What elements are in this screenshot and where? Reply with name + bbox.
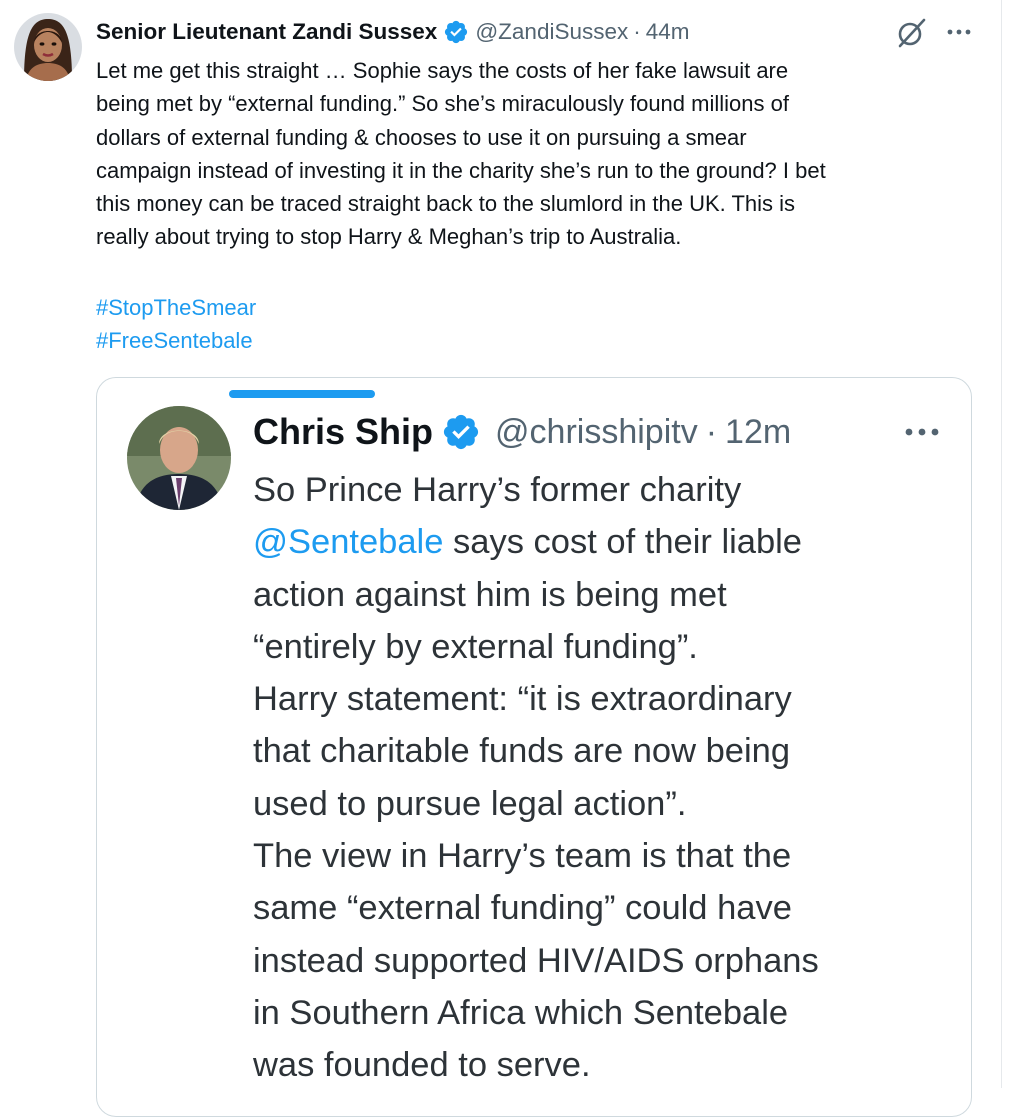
- quoted-text-line: action against him is being met: [253, 575, 727, 614]
- author-name[interactable]: Senior Lieutenant Zandi Sussex: [96, 19, 437, 45]
- author-avatar[interactable]: [14, 13, 82, 81]
- hashtag-list: #StopTheSmear #FreeSentebale: [96, 291, 256, 357]
- separator-dot: ·: [633, 19, 641, 44]
- verified-badge-icon[interactable]: [441, 412, 481, 452]
- mention-link[interactable]: @Sentebale: [253, 523, 443, 561]
- quoted-tweet-card[interactable]: Chris Ship @chrisshipitv · 12m So Prince…: [96, 377, 972, 1117]
- tweet-text-line: campaign instead of investing it in the …: [96, 157, 826, 183]
- tweet-text-line: being met by “external funding.” So she’…: [96, 91, 789, 117]
- tweet-text-line: this money can be traced straight back t…: [96, 191, 796, 217]
- tweet-text-line: really about trying to stop Harry & Megh…: [96, 224, 682, 250]
- verified-badge-icon[interactable]: [443, 19, 469, 45]
- hashtag-link[interactable]: #FreeSentebale: [96, 324, 256, 357]
- quoted-text-line: The view in Harry’s team is that the: [253, 837, 792, 876]
- tweet-text: Let me get this straight … Sophie says t…: [96, 54, 986, 254]
- quoted-text-line: “entirely by external funding”.: [253, 627, 698, 666]
- quoted-text-line: in Southern Africa which Sentebale: [253, 993, 789, 1032]
- quoted-tweet-timestamp[interactable]: 12m: [725, 413, 791, 452]
- tweet-text-line: dollars of external funding & chooses to…: [96, 124, 747, 150]
- quoted-text-line: used to pursue legal action”.: [253, 784, 687, 823]
- quoted-author-avatar[interactable]: [127, 406, 231, 510]
- tweet-header: Senior Lieutenant Zandi Sussex @ZandiSus…: [96, 16, 690, 48]
- quoted-text-line: @Sentebale says cost of their liable: [253, 516, 953, 568]
- quoted-author-name[interactable]: Chris Ship: [253, 411, 433, 453]
- quoted-author-handle[interactable]: @chrisshipitv: [495, 413, 698, 452]
- quoted-text-line: was founded to serve.: [253, 1046, 591, 1085]
- separator-dot: ·: [705, 412, 718, 451]
- timeline-divider: [1001, 0, 1002, 1088]
- quoted-text-fragment: says cost of their liable: [443, 523, 802, 562]
- quoted-text-line: that charitable funds are now being: [253, 732, 791, 771]
- quoted-text-line: So Prince Harry’s former charity: [253, 471, 742, 509]
- quoted-text-line: instead supported HIV/AIDS orphans: [253, 941, 819, 980]
- more-options-icon[interactable]: [901, 420, 943, 444]
- grok-icon[interactable]: [896, 16, 928, 48]
- author-handle[interactable]: @ZandiSussex: [475, 19, 628, 45]
- quote-highlight-bar: [229, 390, 375, 398]
- more-options-icon[interactable]: [944, 18, 974, 46]
- quoted-tweet-header: Chris Ship @chrisshipitv · 12m: [253, 408, 791, 456]
- quoted-text-line: same “external funding” could have: [253, 889, 792, 928]
- hashtag-link[interactable]: #StopTheSmear: [96, 291, 256, 324]
- tweet-timestamp[interactable]: 44m: [646, 19, 690, 45]
- tweet-text-line: Let me get this straight … Sophie says t…: [96, 58, 789, 83]
- quoted-tweet-text: So Prince Harry’s former charity @Senteb…: [253, 464, 953, 1092]
- quoted-text-line: Harry statement: “it is extraordinary: [253, 680, 792, 719]
